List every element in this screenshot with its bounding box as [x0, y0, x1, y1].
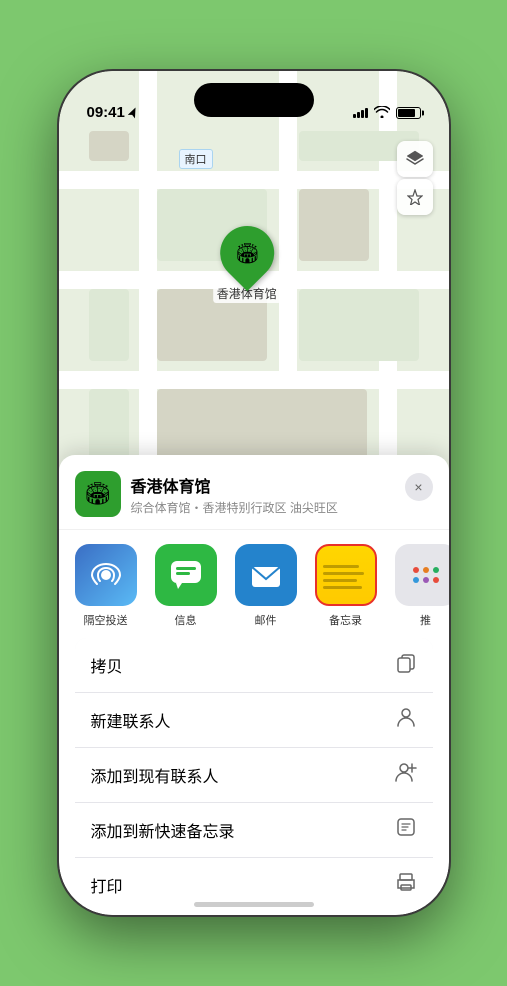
note-svg-icon	[395, 816, 417, 838]
map-location-button[interactable]	[397, 179, 433, 215]
share-app-messages[interactable]: 信息	[155, 544, 217, 628]
wifi-icon	[374, 105, 390, 121]
copy-svg-icon	[395, 651, 417, 673]
more-dot-row-2	[413, 577, 439, 583]
battery-icon	[396, 107, 421, 119]
battery-fill	[398, 109, 416, 117]
mail-icon-bg	[235, 544, 297, 606]
copy-icon	[395, 651, 417, 679]
map-block4	[89, 289, 129, 361]
dot-green	[433, 567, 439, 573]
dot-red2	[433, 577, 439, 583]
venue-subtitle: 综合体育馆・香港特别行政区 油尖旺区	[131, 499, 433, 516]
status-icons	[353, 105, 421, 121]
more-dot-row-1	[413, 567, 439, 573]
share-apps-row: 隔空投送 信息	[59, 530, 449, 638]
map-area: 南口 🏟	[59, 71, 449, 521]
airdrop-signal-icon	[89, 558, 123, 592]
dynamic-island	[194, 83, 314, 117]
map-block6	[299, 289, 419, 361]
venue-name: 香港体育馆	[131, 473, 433, 497]
map-block1	[89, 131, 129, 161]
action-list: 拷贝 新建联系人	[75, 638, 433, 912]
note-icon	[395, 816, 417, 844]
phone-frame: 09:41	[59, 71, 449, 915]
map-label-text: 南口	[185, 154, 207, 166]
airdrop-label: 隔空投送	[84, 612, 128, 628]
map-road-v1	[139, 71, 157, 521]
action-new-contact[interactable]: 新建联系人	[75, 693, 433, 748]
mail-envelope-icon	[248, 557, 284, 593]
messages-icon-bg	[155, 544, 217, 606]
location-arrow-icon	[128, 107, 138, 119]
person-icon	[395, 706, 417, 734]
messages-bubble-icon	[168, 557, 204, 593]
map-label: 南口	[179, 149, 213, 169]
mail-label: 邮件	[255, 612, 277, 628]
notes-lines	[317, 557, 375, 593]
close-icon: ×	[414, 479, 422, 495]
venue-icon: 🏟	[75, 471, 121, 517]
home-indicator	[194, 902, 314, 907]
stadium-marker: 🏟 香港体育馆	[213, 226, 281, 303]
location-icon	[407, 189, 423, 205]
action-print-label: 打印	[91, 873, 123, 897]
messages-label: 信息	[175, 612, 197, 628]
map-block3	[299, 189, 369, 261]
notes-line-4	[323, 586, 362, 589]
layers-icon	[405, 149, 425, 169]
share-app-mail[interactable]: 邮件	[235, 544, 297, 628]
share-app-airdrop[interactable]: 隔空投送	[75, 544, 137, 628]
printer-icon	[395, 871, 417, 899]
more-icon-bg	[395, 544, 449, 606]
close-button[interactable]: ×	[405, 473, 433, 501]
action-copy[interactable]: 拷贝	[75, 638, 433, 693]
person-svg-icon	[395, 706, 417, 728]
signal-bar-1	[353, 114, 356, 118]
stadium-icon: 🏟	[234, 241, 259, 266]
action-copy-label: 拷贝	[91, 653, 123, 677]
airdrop-icon	[75, 544, 137, 606]
dot-orange	[423, 567, 429, 573]
dot-blue	[413, 577, 419, 583]
notes-line-3	[323, 579, 358, 582]
sheet-header: 🏟 香港体育馆 综合体育馆・香港特别行政区 油尖旺区 ×	[59, 471, 449, 530]
printer-svg-icon	[395, 871, 417, 893]
notes-label: 备忘录	[329, 612, 362, 628]
status-time: 09:41	[87, 104, 138, 121]
bottom-sheet: 🏟 香港体育馆 综合体育馆・香港特别行政区 油尖旺区 ×	[59, 455, 449, 915]
notes-icon-bg	[315, 544, 377, 606]
phone-screen: 09:41	[59, 71, 449, 915]
map-layers-button[interactable]	[397, 141, 433, 177]
more-label: 推	[420, 612, 431, 628]
action-quick-note[interactable]: 添加到新快速备忘录	[75, 803, 433, 858]
signal-bar-3	[361, 110, 364, 118]
map-controls	[397, 141, 433, 215]
share-app-notes[interactable]: 备忘录	[315, 544, 377, 628]
notes-line-2	[323, 572, 364, 575]
more-dots-icon	[413, 567, 439, 583]
notes-line-1	[323, 565, 360, 568]
signal-bar-2	[357, 112, 360, 118]
share-app-more[interactable]: 推	[395, 544, 449, 628]
dot-red	[413, 567, 419, 573]
action-new-contact-label: 新建联系人	[91, 708, 171, 732]
action-add-contact-label: 添加到现有联系人	[91, 763, 219, 787]
action-add-contact[interactable]: 添加到现有联系人	[75, 748, 433, 803]
venue-icon-glyph: 🏟	[84, 481, 112, 507]
marker-pin: 🏟	[209, 215, 285, 291]
venue-info: 香港体育馆 综合体育馆・香港特别行政区 油尖旺区	[131, 473, 433, 516]
person-add-svg-icon	[395, 761, 417, 783]
signal-bars-icon	[353, 108, 368, 118]
person-add-icon	[395, 761, 417, 789]
time-display: 09:41	[87, 104, 125, 121]
signal-bar-4	[365, 108, 368, 118]
action-quick-note-label: 添加到新快速备忘录	[91, 818, 235, 842]
dot-purple	[423, 577, 429, 583]
